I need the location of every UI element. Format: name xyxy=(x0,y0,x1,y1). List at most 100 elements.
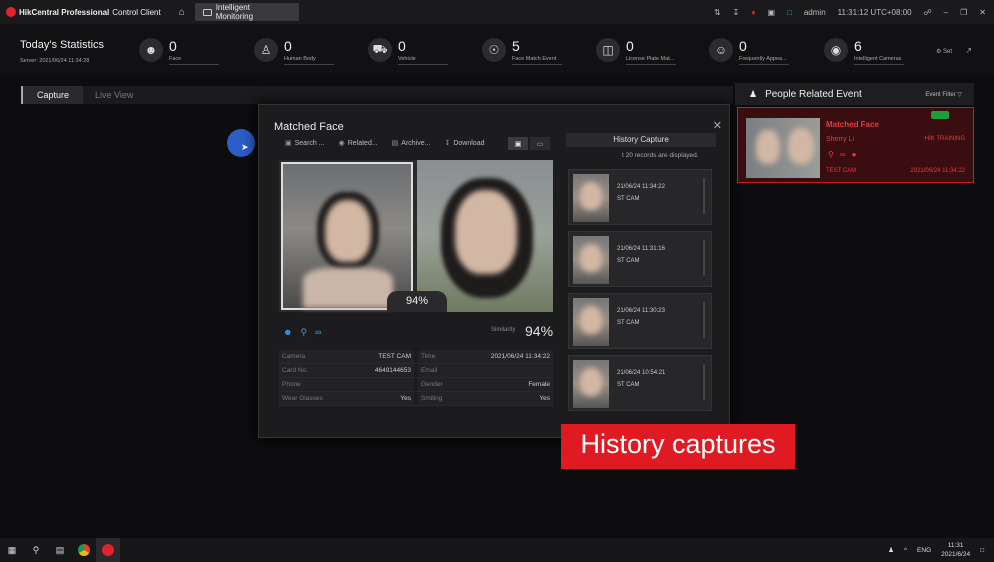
matched-face-dialog: Matched Face ✕ ▣ Search ... ◉ Related... ▤… xyxy=(258,104,730,438)
close-icon[interactable]: ✕ xyxy=(713,119,722,132)
alarm-bell-icon[interactable]: ♦ xyxy=(751,8,755,17)
info-cell: Card No. 4649144653 xyxy=(279,364,414,377)
chevron-up-icon[interactable]: ^ xyxy=(904,547,907,554)
event-camera: TEST CAM xyxy=(826,168,857,174)
stat-value: 0 xyxy=(169,38,177,54)
info-key: Time xyxy=(421,353,436,360)
history-item[interactable]: 21/06/24 11:30:23 ST CAM xyxy=(568,293,712,349)
info-row: Camera TEST CAM Time 2021/06/24 11:34:22 xyxy=(279,350,553,364)
search-icon[interactable]: ⚲ xyxy=(24,538,48,562)
statistics-bar: Today's Statistics Server: 2021/06/24 11… xyxy=(0,24,994,76)
home-icon[interactable]: ⌂ xyxy=(179,7,185,18)
stat-label: Face Match Event xyxy=(512,56,557,62)
divider xyxy=(284,64,334,65)
health-icon[interactable]: □ xyxy=(787,8,792,17)
app-name-bold: HikCentral Professional xyxy=(19,7,110,17)
info-row: Card No. 4649144653 Email xyxy=(279,364,553,378)
search-button[interactable]: ▣ Search ... xyxy=(285,139,325,147)
related-button[interactable]: ◉ Related... xyxy=(339,139,378,147)
system-clock: 11:31:12 UTC+08:00 xyxy=(837,7,912,17)
view-mode-toggle: ▣ ▭ xyxy=(508,137,550,150)
stat-value: 0 xyxy=(398,38,406,54)
set-label: Set xyxy=(942,49,952,55)
notification-icon[interactable]: □ xyxy=(980,547,984,554)
stat-license-plate[interactable]: ◫ 0 License Plate Mat... xyxy=(596,36,680,72)
history-time: 21/06/24 11:31:16 xyxy=(617,246,665,252)
user-label[interactable]: admin xyxy=(804,8,826,17)
download-label: Download xyxy=(453,140,485,147)
info-value: Yes xyxy=(539,395,550,402)
open-external-icon[interactable]: ↗ xyxy=(965,46,972,55)
task-view-icon[interactable]: ▤ xyxy=(48,538,72,562)
taskbar-time: 11:31 xyxy=(947,542,964,549)
history-thumbnail xyxy=(573,236,609,284)
person-name: Sherry Li xyxy=(826,136,855,143)
tab-live-view[interactable]: Live View xyxy=(83,90,145,100)
stat-label: License Plate Mat... xyxy=(626,56,675,62)
chrome-browser-icon[interactable] xyxy=(72,538,96,562)
info-key: Wear Glasses xyxy=(282,395,323,402)
history-item[interactable]: 21/06/24 11:34:22 ST CAM xyxy=(568,169,712,225)
stat-frequently-appeared[interactable]: ☺ 0 Frequently Appea... xyxy=(709,36,793,72)
image-content xyxy=(455,190,517,274)
statistics-title: Today's Statistics xyxy=(20,39,105,51)
tab-intelligent-monitoring[interactable]: Intelligent Monitoring xyxy=(194,3,299,21)
history-thumbnail xyxy=(573,360,609,408)
info-cell: Smiling Yes xyxy=(418,392,553,405)
stat-vehicle[interactable]: ⛟ 0 Vehicle xyxy=(368,36,452,72)
stat-label: Face xyxy=(169,56,182,62)
event-filter-button[interactable]: Event Filter ▽ xyxy=(925,91,962,98)
close-icon[interactable]: ✕ xyxy=(979,8,986,17)
hik-logo-icon xyxy=(6,7,16,17)
info-cell: Camera TEST CAM xyxy=(279,350,414,363)
start-windows-icon[interactable]: ▦ xyxy=(0,538,24,562)
archive-button[interactable]: ▤ Archive... xyxy=(392,139,431,147)
person-icon: ♟ xyxy=(749,88,758,99)
minimize-icon[interactable]: – xyxy=(944,8,948,17)
event-card[interactable]: Matched Face Sherry Li HIK TRAINING ⚲ ∞ … xyxy=(737,107,974,183)
captured-face-image[interactable] xyxy=(281,162,413,310)
sort-icon[interactable]: ⇅ xyxy=(714,8,721,17)
people-icon[interactable]: ♟ xyxy=(888,546,894,554)
event-type: Matched Face xyxy=(826,120,879,129)
stat-face-match-event[interactable]: ☉ 5 Face Match Event xyxy=(482,36,566,72)
download-icon[interactable]: ↧ xyxy=(733,8,740,17)
dialog-title: Matched Face xyxy=(274,121,344,133)
history-capture-panel: History Capture t 20 records are display… xyxy=(566,133,716,439)
video-view-icon[interactable]: ▭ xyxy=(530,137,550,150)
taskbar-clock[interactable]: 11:31 2021/6/24 xyxy=(941,541,970,559)
system-tray: ♟ ^ ENG 11:31 2021/6/24 □ xyxy=(888,538,984,562)
lock-icon[interactable]: ☍ xyxy=(924,8,932,17)
stat-human-body[interactable]: ♙ 0 Human Body xyxy=(254,36,338,72)
face-info-table: Camera TEST CAM Time 2021/06/24 11:34:22 C… xyxy=(279,350,553,406)
image-view-icon[interactable]: ▣ xyxy=(508,137,528,150)
stat-label: Frequently Appea... xyxy=(739,56,787,62)
history-item[interactable]: 21/06/24 11:31:16 ST CAM xyxy=(568,231,712,287)
hikcentral-app-icon[interactable] xyxy=(96,538,120,562)
stat-label: Human Body xyxy=(284,56,316,62)
set-button[interactable]: ⚙ Set xyxy=(936,48,952,55)
stat-face[interactable]: ☻ 0 Face xyxy=(139,36,223,72)
tab-capture[interactable]: Capture xyxy=(23,86,84,104)
divider xyxy=(398,64,448,65)
app-logo: HikCentral Professional Control Client xyxy=(6,7,161,17)
stat-value: 0 xyxy=(626,38,634,54)
download-button[interactable]: ↧ Download xyxy=(444,139,484,147)
history-item[interactable]: 21/06/24 10:54:21 ST CAM xyxy=(568,355,712,411)
restore-icon[interactable]: ❐ xyxy=(960,8,967,17)
similarity-value: 94% xyxy=(525,323,554,339)
stat-label: Vehicle xyxy=(398,56,416,62)
image-content xyxy=(580,306,602,334)
info-cell: Wear Glasses Yes xyxy=(279,392,414,405)
divider xyxy=(739,64,789,65)
language-indicator[interactable]: ENG xyxy=(917,547,931,554)
glasses-icon: ∞ xyxy=(315,327,322,337)
event-attribute-icons: ⚲ ∞ ● xyxy=(828,150,856,159)
stat-value: 6 xyxy=(854,38,862,54)
info-cell: Phone xyxy=(279,378,414,391)
stat-intelligent-cameras[interactable]: ◉ 6 Intelligent Cameras xyxy=(824,36,908,72)
matched-face-image[interactable] xyxy=(417,160,553,312)
message-icon[interactable]: ▣ xyxy=(767,8,775,17)
history-note: t 20 records are displayed. xyxy=(622,152,699,159)
stat-value: 0 xyxy=(739,38,747,54)
